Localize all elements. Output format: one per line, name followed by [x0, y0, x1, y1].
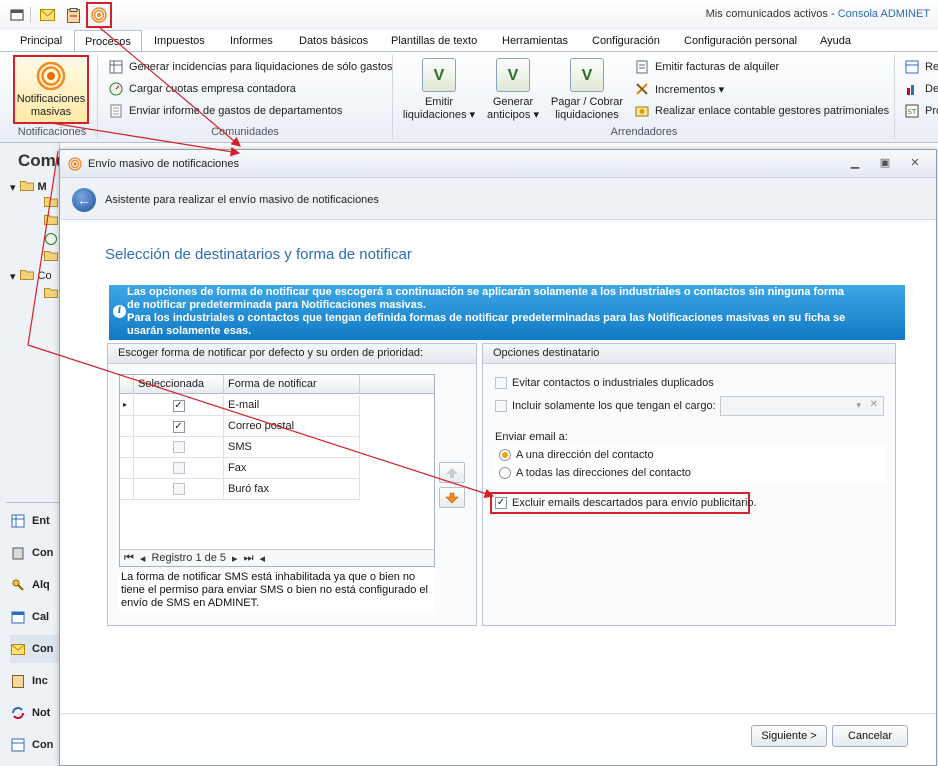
annotation-arrows [27, 26, 495, 498]
annotation-line [27, 150, 59, 346]
annotation-arrow [98, 26, 241, 147]
annotation-arrow [50, 122, 241, 157]
annotation-arrow [27, 344, 495, 498]
